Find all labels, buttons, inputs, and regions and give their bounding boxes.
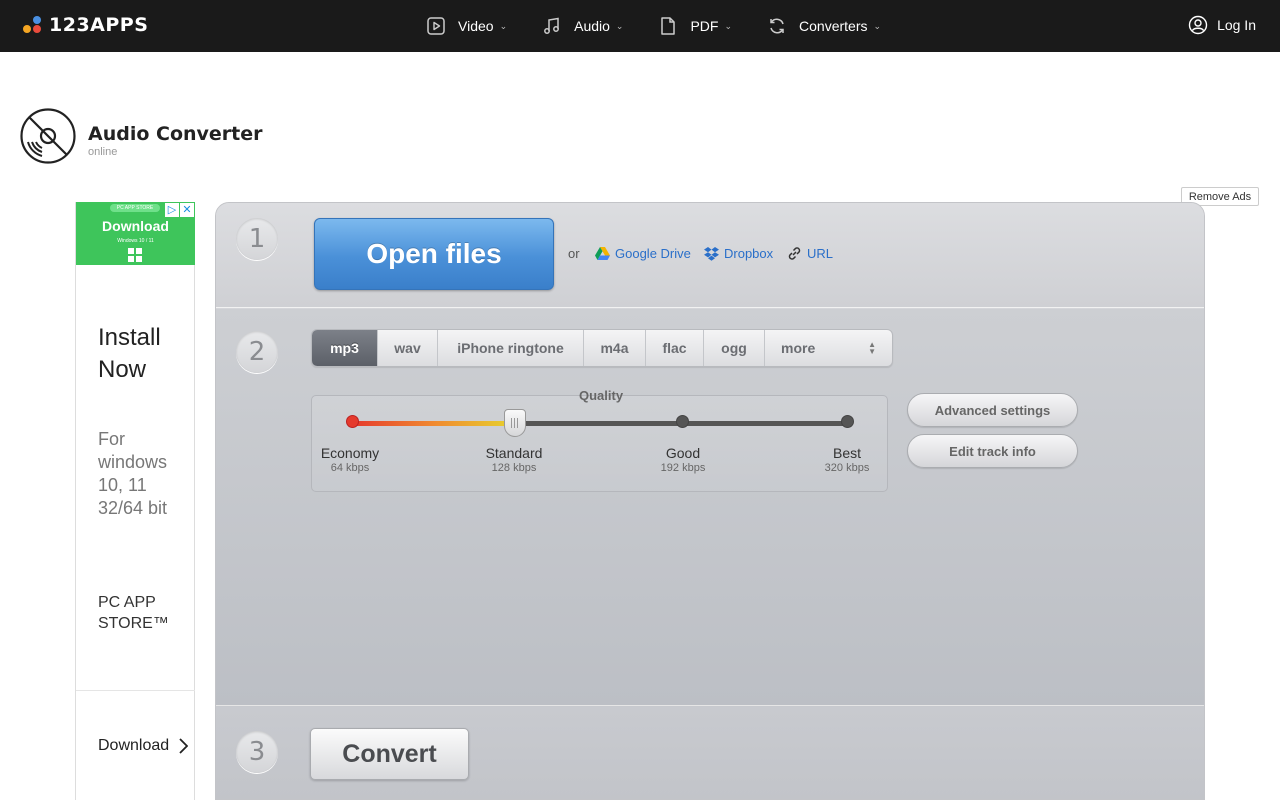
nav-converters[interactable]: Converters ⌄ bbox=[767, 16, 881, 36]
or-label: or bbox=[568, 246, 580, 261]
ad-choices[interactable]: ▷ ✕ bbox=[165, 203, 194, 217]
up-down-arrows-icon: ▲ ▼ bbox=[868, 340, 876, 356]
format-more-label: more bbox=[781, 340, 816, 356]
app-subtitle: online bbox=[88, 146, 118, 158]
quality-standard-rate: 128 kbps bbox=[491, 462, 537, 474]
nav-audio-label: Audio bbox=[574, 18, 610, 34]
step-2-section bbox=[216, 309, 1204, 706]
quality-good: Good 192 kbps bbox=[638, 445, 728, 474]
quality-good-rate: 192 kbps bbox=[660, 462, 706, 474]
brand-name: 123APPS bbox=[49, 14, 149, 36]
ad-banner-download[interactable]: Download bbox=[76, 218, 195, 234]
advanced-settings-button[interactable]: Advanced settings bbox=[907, 393, 1078, 427]
audio-converter-icon bbox=[20, 108, 76, 164]
converter-panel: 1 Open files or Google Drive Dropbox URL… bbox=[215, 202, 1205, 800]
edit-track-info-button[interactable]: Edit track info bbox=[907, 434, 1078, 468]
ad-choices-icon[interactable]: ▷ bbox=[165, 203, 179, 217]
nav-video[interactable]: Video ⌄ bbox=[426, 16, 507, 36]
google-drive-link[interactable]: Google Drive bbox=[595, 246, 691, 261]
chevron-down-icon: ⌄ bbox=[615, 20, 624, 31]
nav-pdf[interactable]: PDF ⌄ bbox=[658, 16, 732, 36]
brand-logo[interactable]: 123APPS bbox=[23, 14, 148, 36]
quality-stop-best[interactable] bbox=[841, 415, 854, 428]
convert-button[interactable]: Convert bbox=[310, 728, 469, 780]
open-files-button[interactable]: Open files bbox=[314, 218, 554, 290]
login-label: Log In bbox=[1217, 17, 1256, 33]
dropbox-label: Dropbox bbox=[724, 246, 774, 261]
logo-dots-icon bbox=[23, 14, 43, 36]
format-tab-flac[interactable]: flac bbox=[646, 330, 704, 366]
format-tabs: mp3 wav iPhone ringtone m4a flac ogg mor… bbox=[311, 329, 893, 367]
format-tab-iphone-ringtone[interactable]: iPhone ringtone bbox=[438, 330, 584, 366]
google-drive-label: Google Drive bbox=[615, 246, 691, 261]
quality-slider-thumb[interactable] bbox=[504, 409, 526, 437]
ad-close-icon[interactable]: ✕ bbox=[180, 203, 194, 217]
quality-best-name: Best bbox=[832, 445, 861, 461]
quality-economy: Economy 64 kbps bbox=[305, 445, 395, 474]
dropbox-link[interactable]: Dropbox bbox=[704, 246, 773, 261]
quality-economy-rate: 64 kbps bbox=[330, 462, 370, 474]
quality-good-name: Good bbox=[665, 445, 701, 461]
quality-label: Quality bbox=[579, 388, 624, 403]
ad-platform: For windows 10, 11 32/64 bit bbox=[98, 429, 168, 518]
app-title: Audio Converter bbox=[88, 123, 263, 145]
convert-icon bbox=[770, 18, 784, 34]
user-icon bbox=[1188, 15, 1208, 35]
ad-download-label: Download bbox=[98, 737, 170, 754]
quality-stop-economy[interactable] bbox=[346, 415, 359, 428]
chevron-down-icon: ⌄ bbox=[499, 20, 508, 31]
chevron-right-icon bbox=[179, 738, 189, 754]
chevron-down-icon: ⌄ bbox=[873, 20, 882, 31]
quality-slider-fill bbox=[352, 421, 517, 426]
quality-box bbox=[311, 395, 888, 492]
quality-standard: Standard 128 kbps bbox=[469, 445, 559, 474]
ad-banner-pill: PC APP STORE bbox=[110, 204, 160, 212]
ad-banner-sub: Windows 10 / 11 bbox=[117, 238, 154, 244]
step-1-badge: 1 bbox=[236, 218, 278, 260]
step-1-section: 1 Open files or Google Drive Dropbox URL bbox=[216, 203, 1204, 308]
ad-sidebar: PC APP STORE Download Windows 10 / 11 ▷ … bbox=[75, 202, 195, 800]
google-drive-icon bbox=[595, 247, 610, 260]
format-tab-wav[interactable]: wav bbox=[378, 330, 438, 366]
step-3-section: 3 Convert bbox=[216, 707, 1204, 799]
format-more-select[interactable]: more ▲ ▼ bbox=[765, 330, 892, 366]
document-icon bbox=[661, 17, 676, 35]
nav-converters-label: Converters bbox=[799, 18, 868, 34]
quality-best-rate: 320 kbps bbox=[824, 462, 870, 474]
login-button[interactable]: Log In bbox=[1188, 15, 1256, 35]
format-tab-mp3[interactable]: mp3 bbox=[312, 330, 378, 366]
top-navigation-bar: 123APPS Video ⌄ Audio ⌄ PDF ⌄ Converters… bbox=[0, 0, 1280, 52]
dropbox-icon bbox=[704, 246, 719, 261]
chevron-down-icon: ⌄ bbox=[724, 20, 733, 31]
main-nav: Video ⌄ Audio ⌄ PDF ⌄ Converters ⌄ bbox=[426, 0, 916, 52]
ad-headline: Install Now bbox=[98, 324, 161, 383]
nav-audio[interactable]: Audio ⌄ bbox=[542, 16, 623, 36]
play-icon bbox=[427, 17, 445, 35]
windows-logo-icon bbox=[128, 248, 142, 262]
ad-banner[interactable]: PC APP STORE Download Windows 10 / 11 ▷ … bbox=[76, 202, 195, 265]
format-tab-ogg[interactable]: ogg bbox=[704, 330, 765, 366]
quality-economy-name: Economy bbox=[320, 445, 380, 461]
url-link[interactable]: URL bbox=[787, 246, 833, 261]
ad-store: PC APP STORE™ bbox=[98, 594, 169, 632]
quality-standard-name: Standard bbox=[485, 445, 543, 461]
step-3-badge: 3 bbox=[236, 731, 278, 773]
nav-pdf-label: PDF bbox=[690, 18, 719, 34]
quality-slider-track[interactable] bbox=[352, 421, 848, 426]
ad-download-link[interactable]: Download bbox=[98, 737, 189, 755]
ad-divider bbox=[76, 690, 195, 691]
step-2-badge: 2 bbox=[236, 331, 278, 373]
quality-best: Best 320 kbps bbox=[802, 445, 892, 474]
link-icon bbox=[788, 247, 801, 260]
nav-video-label: Video bbox=[458, 18, 494, 34]
url-label: URL bbox=[807, 246, 834, 261]
quality-stop-good[interactable] bbox=[676, 415, 689, 428]
format-tab-m4a[interactable]: m4a bbox=[584, 330, 646, 366]
music-note-icon bbox=[544, 17, 560, 34]
